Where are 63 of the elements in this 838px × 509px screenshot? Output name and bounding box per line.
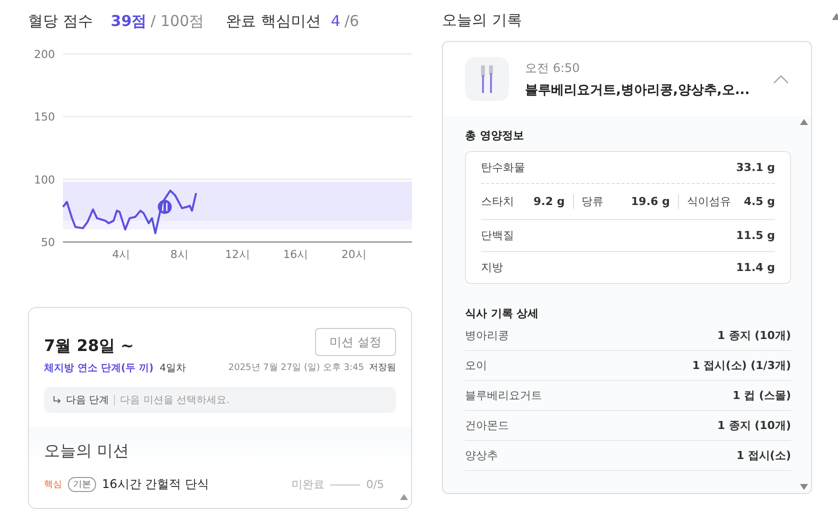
food-name: 블루베리요거트 [465, 388, 542, 403]
meal-detail-title: 식사 기록 상세 [465, 306, 540, 321]
nutrient-name: 당류 [582, 194, 604, 209]
food-name: 오이 [465, 358, 487, 373]
food-amount: 1 접시(소) (1/3개) [692, 358, 791, 373]
mission-progress: 0/5 [366, 478, 384, 491]
nutrient-name: 식이섬유 [686, 194, 731, 209]
mission-status: 미완료 [291, 477, 324, 492]
next-step-label: 다음 단계 [66, 394, 110, 407]
x-tick-label: 12시 [225, 248, 250, 261]
fork-knife-icon [480, 65, 494, 93]
scroll-down-icon[interactable] [800, 484, 808, 490]
nutrient-amount: 19.6 g [631, 195, 670, 208]
chevron-up-icon[interactable] [773, 74, 789, 84]
nutrient-amount: 11.5 g [736, 229, 775, 242]
score-value: 39점 [110, 12, 147, 31]
fork-knife-marker-icon[interactable] [158, 200, 172, 214]
nutrient-amount: 9.2 g [534, 195, 565, 208]
food-amount: 1 접시(소) [736, 448, 791, 463]
nutrient-amount: 4.5 g [744, 195, 776, 208]
food-amount: 1 종지 (10개) [717, 328, 791, 343]
x-tick-label: 16시 [283, 248, 308, 261]
meal-time: 오전 6:50 [525, 60, 581, 76]
missions-done-label: 완료 핵심미션 [226, 12, 321, 31]
missions-total: /6 [344, 12, 360, 30]
meal-title: 블루베리요거트,병아리콩,양상추,오... [525, 82, 751, 98]
food-amount: 1 종지 (10개) [717, 418, 791, 433]
score-total: / 100점 [150, 12, 204, 31]
nutrient-name: 지방 [481, 260, 503, 275]
scroll-up-icon[interactable] [400, 494, 408, 500]
missions-done-count: 4 [330, 12, 340, 30]
x-tick-label: 4시 [112, 248, 130, 261]
scroll-up-icon[interactable] [800, 119, 808, 125]
y-tick-label: 200 [34, 48, 55, 61]
nutrient-name: 단백질 [481, 228, 514, 243]
food-name: 양상추 [465, 448, 498, 463]
nutrient-name: 탄수화물 [481, 160, 525, 175]
food-name: 건아몬드 [465, 418, 509, 433]
next-step-hint: 다음 미션을 선택하세요. [120, 394, 230, 407]
todays-missions-title: 오늘의 미션 [44, 441, 130, 462]
stage-day: 4일차 [160, 361, 186, 375]
y-tick-label: 150 [34, 110, 55, 124]
level-tag: 기본 [68, 477, 96, 492]
saved-time: 2025년 7월 27일 (일) 오후 3:45 [228, 362, 364, 374]
y-tick-label: 50 [41, 236, 55, 249]
return-arrow-icon [53, 396, 61, 404]
core-tag: 핵심 [44, 478, 62, 491]
x-tick-label: 20시 [341, 248, 366, 261]
mission-settings-button[interactable]: 미션 설정 [315, 328, 396, 356]
nutrient-amount: 33.1 g [736, 161, 775, 174]
saved-label: 저장됨 [369, 362, 396, 374]
food-name: 병아리콩 [465, 328, 509, 343]
mission-date: 7월 28일 ~ [44, 336, 135, 357]
nutrient-name: 스타치 [481, 194, 514, 209]
y-tick-label: 100 [34, 173, 55, 186]
food-amount: 1 컵 (스몰) [732, 388, 791, 403]
score-label: 혈당 점수 [28, 12, 93, 31]
nutrient-amount: 11.4 g [736, 261, 775, 274]
mission-name: 16시간 간헐적 단식 [102, 476, 210, 493]
x-tick-label: 8시 [170, 248, 188, 261]
today-log-title: 오늘의 기록 [442, 11, 523, 31]
stage-name: 체지방 연소 단계(두 끼) [44, 362, 154, 375]
nutrition-title: 총 영양정보 [465, 128, 525, 143]
